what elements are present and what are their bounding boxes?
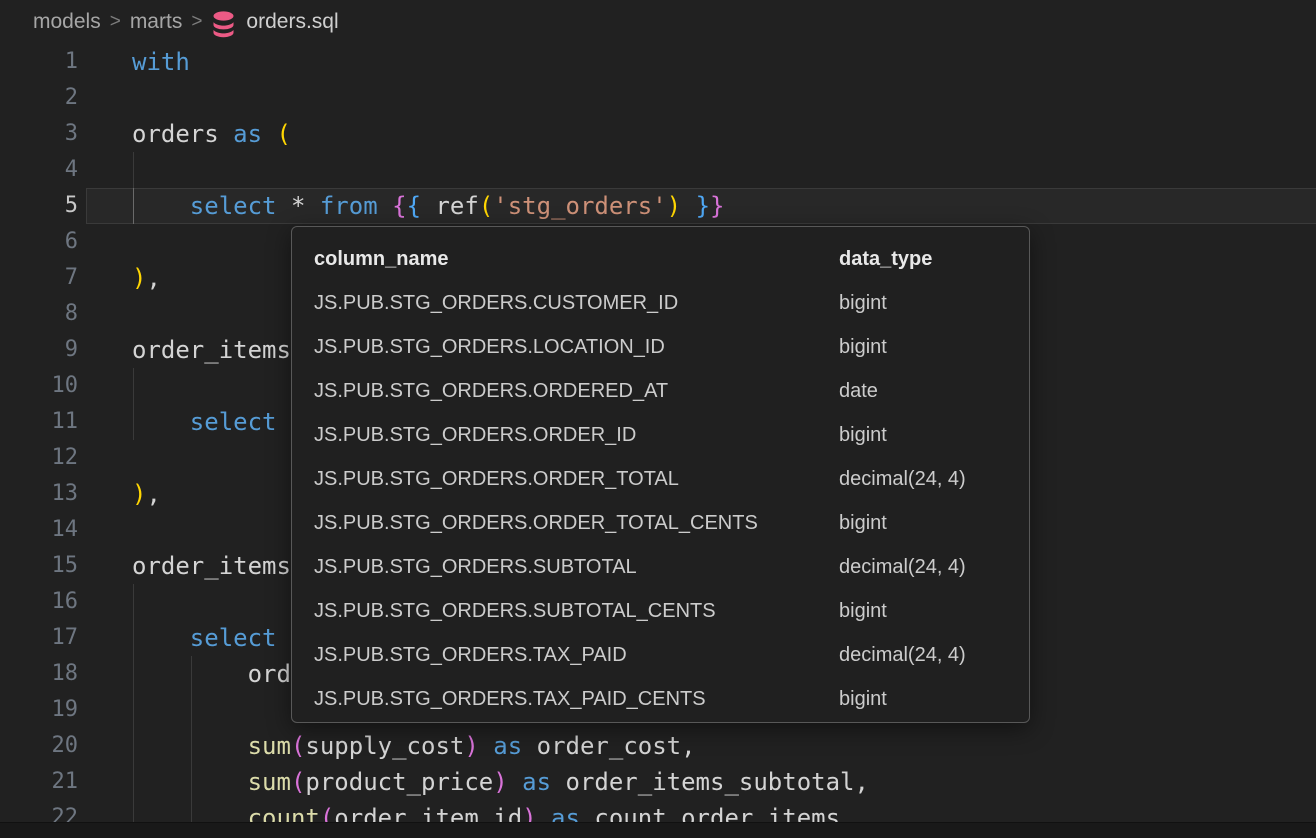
popup-cell-column-name: JS.PUB.STG_ORDERS.TAX_PAID <box>314 644 627 666</box>
popup-cell-data-type: bigint <box>839 501 887 545</box>
line-number[interactable]: 20 <box>0 728 78 764</box>
line-number[interactable]: 15 <box>0 548 78 584</box>
code-line-text: ), <box>132 260 161 296</box>
line-number[interactable]: 12 <box>0 440 78 476</box>
popup-cell-column-name: JS.PUB.STG_ORDERS.ORDER_TOTAL_CENTS <box>314 512 758 534</box>
indent-guide <box>133 152 134 188</box>
indent-guide <box>133 368 134 404</box>
code-line[interactable]: 5 select * from {{ ref('stg_orders') }} <box>0 188 1316 224</box>
code-line-text: sum(supply_cost) as order_cost, <box>132 728 696 764</box>
popup-cell-column-name: JS.PUB.STG_ORDERS.TAX_PAID_CENTS <box>314 688 706 710</box>
line-number[interactable]: 14 <box>0 512 78 548</box>
indent-guide <box>133 692 134 728</box>
code-line-text: orders as ( <box>132 116 291 152</box>
code-line-text: select <box>132 620 277 656</box>
popup-cell-data-type: decimal(24, 4) <box>839 457 966 501</box>
database-icon <box>211 11 236 38</box>
line-number[interactable]: 9 <box>0 332 78 368</box>
popup-column-row: JS.PUB.STG_ORDERS.ORDERED_AT date <box>292 369 1029 413</box>
line-number[interactable]: 5 <box>0 188 78 224</box>
code-line[interactable]: 21 sum(product_price) as order_items_sub… <box>0 764 1316 800</box>
popup-cell-column-name: JS.PUB.STG_ORDERS.CUSTOMER_ID <box>314 292 678 314</box>
indent-guide <box>133 584 134 620</box>
popup-cell-column-name: JS.PUB.STG_ORDERS.ORDERED_AT <box>314 380 668 402</box>
line-number[interactable]: 16 <box>0 584 78 620</box>
popup-column-row: JS.PUB.STG_ORDERS.TAX_PAID decimal(24, 4) <box>292 633 1029 677</box>
popup-cell-data-type: bigint <box>839 589 887 633</box>
popup-cell-data-type: decimal(24, 4) <box>839 633 966 677</box>
line-number[interactable]: 6 <box>0 224 78 260</box>
popup-cell-column-name: JS.PUB.STG_ORDERS.LOCATION_ID <box>314 336 665 358</box>
code-line-text: with <box>132 44 190 80</box>
breadcrumb-item-file[interactable]: orders.sql <box>246 10 338 34</box>
code-line-text: ), <box>132 476 161 512</box>
breadcrumb-item-models[interactable]: models <box>33 10 101 34</box>
popup-cell-data-type: decimal(24, 4) <box>839 545 966 589</box>
chevron-right-icon: > <box>191 11 202 33</box>
popup-column-row: JS.PUB.STG_ORDERS.SUBTOTAL_CENTS bigint <box>292 589 1029 633</box>
line-number[interactable]: 8 <box>0 296 78 332</box>
popup-column-row: JS.PUB.STG_ORDERS.CUSTOMER_ID bigint <box>292 281 1029 325</box>
breadcrumb-item-marts[interactable]: marts <box>130 10 183 34</box>
popup-column-row: JS.PUB.STG_ORDERS.LOCATION_ID bigint <box>292 325 1029 369</box>
popup-column-row: JS.PUB.STG_ORDERS.ORDER_ID bigint <box>292 413 1029 457</box>
line-number[interactable]: 17 <box>0 620 78 656</box>
popup-cell-column-name: JS.PUB.STG_ORDERS.SUBTOTAL_CENTS <box>314 600 716 622</box>
chevron-right-icon: > <box>110 11 121 33</box>
line-number[interactable]: 4 <box>0 152 78 188</box>
line-number[interactable]: 11 <box>0 404 78 440</box>
code-line-text: select * from {{ ref('stg_orders') }} <box>132 188 724 224</box>
line-number[interactable]: 13 <box>0 476 78 512</box>
line-number[interactable]: 3 <box>0 116 78 152</box>
line-number[interactable]: 10 <box>0 368 78 404</box>
popup-cell-column-name: JS.PUB.STG_ORDERS.ORDER_TOTAL <box>314 468 679 490</box>
code-line[interactable]: 4 <box>0 152 1316 188</box>
indent-guide <box>191 692 192 728</box>
line-number[interactable]: 1 <box>0 44 78 80</box>
popup-cell-column-name: JS.PUB.STG_ORDERS.SUBTOTAL <box>314 556 637 578</box>
column-info-popup: column_name data_type JS.PUB.STG_ORDERS.… <box>291 226 1030 723</box>
line-number[interactable]: 2 <box>0 80 78 116</box>
code-line-text: order_items <box>132 548 291 584</box>
code-line[interactable]: 20 sum(supply_cost) as order_cost, <box>0 728 1316 764</box>
line-number[interactable]: 19 <box>0 692 78 728</box>
line-number[interactable]: 7 <box>0 260 78 296</box>
line-number[interactable]: 18 <box>0 656 78 692</box>
code-line-text: sum(product_price) as order_items_subtot… <box>132 764 869 800</box>
popup-rows: JS.PUB.STG_ORDERS.CUSTOMER_IDbigintJS.PU… <box>292 281 1029 721</box>
popup-cell-data-type: bigint <box>839 677 887 721</box>
popup-cell-data-type: date <box>839 369 878 413</box>
breadcrumb: models > marts > orders.sql <box>0 0 1316 44</box>
popup-column-row: JS.PUB.STG_ORDERS.ORDER_TOTAL decimal(24,… <box>292 457 1029 501</box>
popup-header-column-name: column_name <box>314 248 448 270</box>
popup-header-row: column_name data_type <box>292 237 1029 281</box>
editor-bottom-edge <box>0 822 1316 838</box>
popup-column-row: JS.PUB.STG_ORDERS.SUBTOTAL decimal(24, 4) <box>292 545 1029 589</box>
popup-cell-data-type: bigint <box>839 413 887 457</box>
popup-cell-data-type: bigint <box>839 281 887 325</box>
popup-column-row: JS.PUB.STG_ORDERS.TAX_PAID_CENTS bigint <box>292 677 1029 721</box>
code-line[interactable]: 2 <box>0 80 1316 116</box>
popup-column-row: JS.PUB.STG_ORDERS.ORDER_TOTAL_CENTS bigin… <box>292 501 1029 545</box>
code-line[interactable]: 1 with <box>0 44 1316 80</box>
code-line-text: select <box>132 404 277 440</box>
code-line[interactable]: 3 orders as ( <box>0 116 1316 152</box>
code-line-text: ord <box>132 656 291 692</box>
popup-header-data-type: data_type <box>839 237 932 281</box>
popup-cell-column-name: JS.PUB.STG_ORDERS.ORDER_ID <box>314 424 636 446</box>
popup-cell-data-type: bigint <box>839 325 887 369</box>
code-line-text: order_items <box>132 332 291 368</box>
line-number[interactable]: 21 <box>0 764 78 800</box>
